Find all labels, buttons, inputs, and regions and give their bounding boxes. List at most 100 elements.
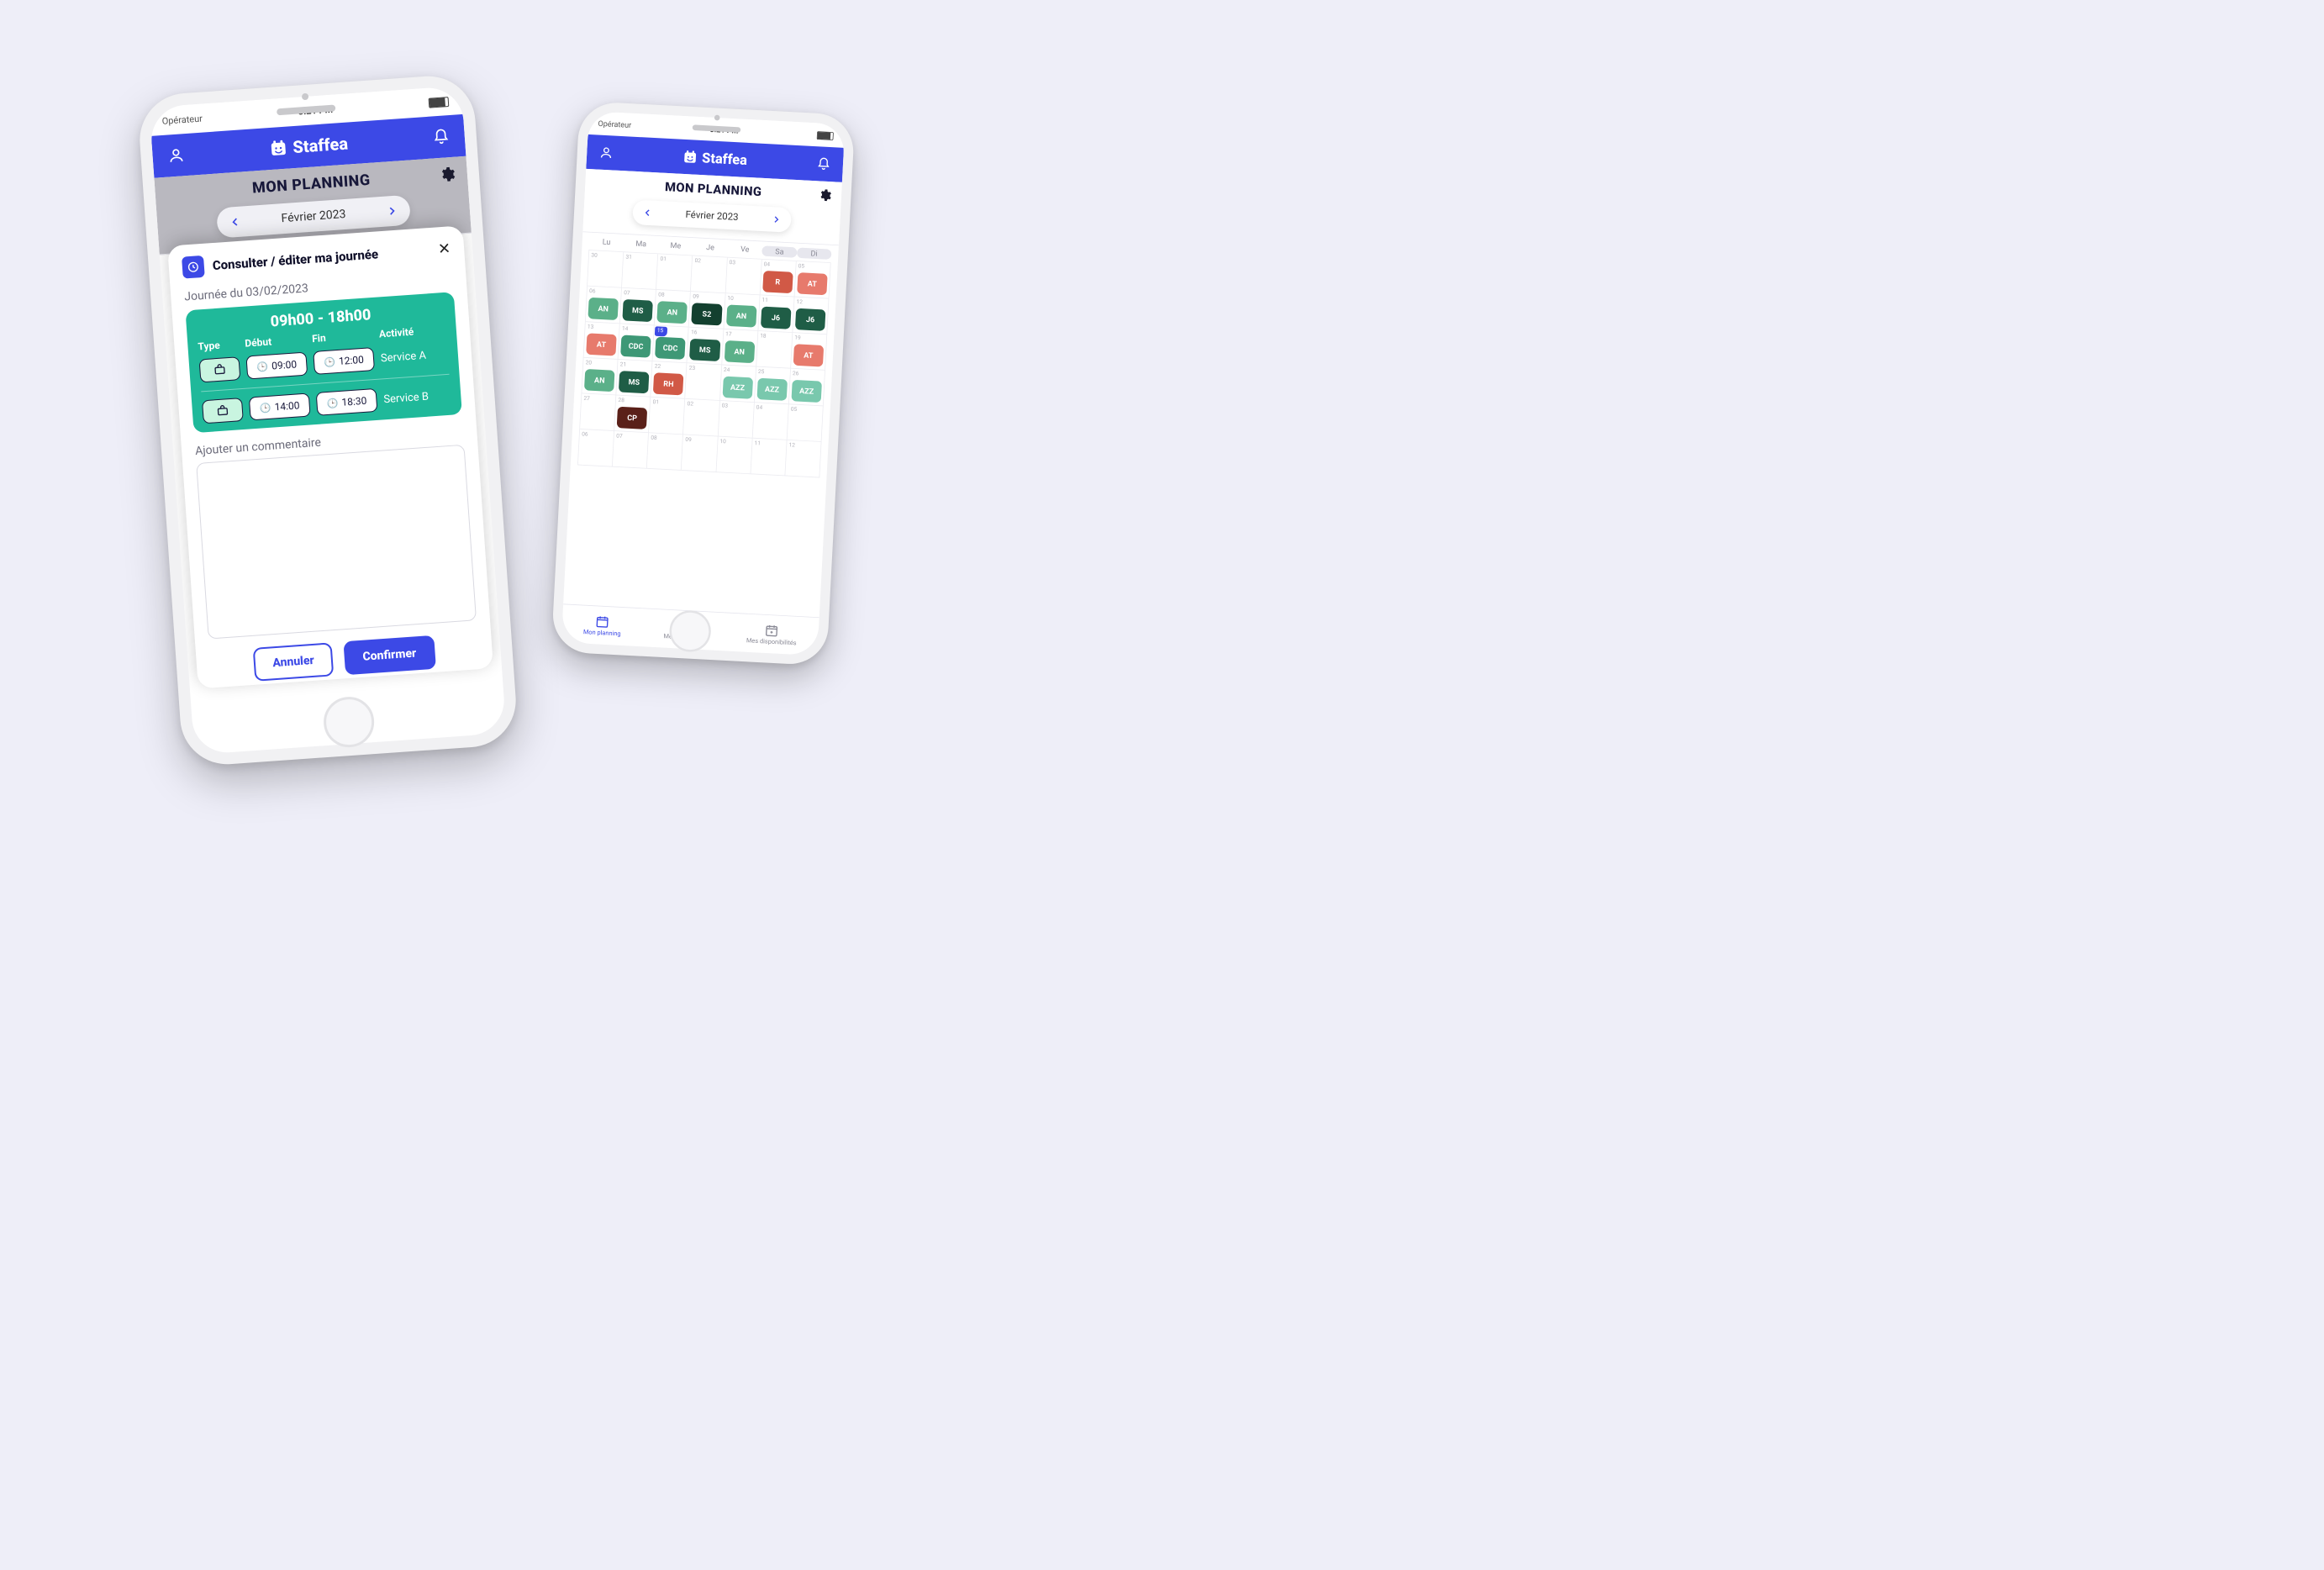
close-icon[interactable]: ✕ (437, 240, 451, 258)
calendar-cell[interactable]: 07 (613, 431, 649, 469)
weekday-label: Ma (624, 239, 659, 250)
calendar-cell[interactable]: 20AN (582, 358, 618, 396)
shift-tag: MS (689, 339, 720, 361)
calendar-cell[interactable]: 02 (691, 256, 727, 293)
shift-column-start: Début (245, 334, 306, 350)
weekday-label: Lu (589, 237, 624, 249)
day-number: 17 (725, 330, 732, 337)
calendar-cell[interactable]: 09S2 (689, 292, 725, 329)
start-time-chip[interactable]: 14:00 (249, 392, 311, 420)
calendar-cell[interactable]: 06AN (586, 287, 622, 324)
profile-icon[interactable] (164, 143, 189, 168)
shift-tag: J6 (761, 307, 792, 329)
shift-tag: CP (617, 407, 648, 429)
bell-icon[interactable] (429, 124, 454, 150)
calendar-cell[interactable]: 08AN (655, 290, 691, 328)
day-number: 08 (658, 292, 665, 298)
shift-column-type: Type (198, 338, 239, 352)
calendar-cell[interactable]: 23 (685, 363, 721, 401)
shift-column-end: Fin (312, 329, 373, 345)
profile-icon[interactable] (596, 143, 616, 163)
calendar-cell[interactable]: 27 (580, 393, 616, 431)
calendar-cell[interactable]: 04 (752, 403, 788, 440)
end-time-chip[interactable]: 18:30 (316, 388, 378, 416)
bell-icon[interactable] (814, 154, 834, 174)
calendar-cell[interactable]: 26AZZ (789, 369, 825, 407)
day-number: 16 (691, 329, 698, 335)
comment-input[interactable] (196, 445, 477, 640)
calendar-cell[interactable]: 15CDC (653, 325, 689, 363)
day-number: 18 (760, 333, 767, 340)
calendar-cell[interactable]: 01 (656, 254, 693, 292)
type-chip[interactable] (199, 356, 241, 382)
calendar-cell[interactable]: 11J6 (758, 295, 794, 333)
calendar-cell[interactable]: 03 (718, 401, 754, 439)
calendar-cell[interactable]: 21MS (616, 360, 652, 398)
shift-tag: AT (797, 272, 828, 295)
shift-tag: AN (588, 298, 619, 320)
day-number: 09 (685, 436, 692, 443)
prev-month-button[interactable] (224, 211, 246, 233)
day-number: 12 (788, 442, 795, 449)
calendar-cell[interactable]: 09 (682, 435, 718, 472)
next-month-button[interactable] (381, 200, 403, 222)
settings-icon[interactable] (818, 188, 832, 206)
settings-icon[interactable] (438, 166, 456, 187)
battery-icon (817, 130, 835, 140)
calendar-cell[interactable]: 12J6 (793, 297, 829, 335)
shift-card: 09h00 - 18h00 TypeDébutFinActivité09:001… (185, 292, 461, 433)
shift-tag: AT (586, 333, 617, 356)
calendar-cell[interactable]: 17AN (722, 329, 758, 367)
shift-tag: MS (622, 299, 653, 322)
calendar-cell[interactable]: 28CP (614, 395, 651, 433)
day-number: 30 (591, 252, 598, 259)
day-number: 07 (616, 433, 623, 440)
cancel-button[interactable]: Annuler (253, 642, 334, 681)
prev-month-button[interactable] (640, 204, 657, 222)
calendar-cell[interactable]: 30 (588, 250, 624, 288)
calendar-cell[interactable]: 14CDC (619, 324, 655, 361)
calendar: LuMaMeJeVeSaDi 303101020304R05AT06AN07MS… (563, 232, 839, 617)
brand-icon (682, 149, 698, 165)
type-chip[interactable] (202, 398, 244, 424)
calendar-cell[interactable]: 04R (760, 260, 796, 298)
calendar-cell[interactable]: 01 (649, 398, 685, 435)
calendar-cell[interactable]: 11 (751, 439, 787, 477)
day-number: 06 (582, 431, 588, 438)
calendar-cell[interactable]: 06 (578, 429, 614, 467)
calendar-cell[interactable]: 13AT (584, 322, 620, 360)
day-number: 27 (583, 395, 590, 402)
next-month-button[interactable] (767, 211, 785, 229)
day-number: 24 (724, 366, 730, 373)
shift-tag: RH (653, 372, 684, 395)
calendar-cell[interactable]: 25AZZ (755, 366, 791, 404)
tab-planning[interactable]: Mon planning (583, 614, 622, 638)
end-time-chip[interactable]: 12:00 (313, 347, 375, 375)
tab-dispo[interactable]: Mes disponibilités (746, 622, 798, 646)
calendar-cell[interactable]: 07 MS (620, 288, 656, 326)
calendar-cell[interactable]: 03 (725, 258, 761, 296)
calendar-cell[interactable]: 08 (647, 433, 683, 471)
carrier-label: Opérateur (598, 119, 631, 129)
calendar-cell[interactable]: 24AZZ (720, 365, 756, 403)
day-number: 04 (756, 404, 763, 411)
calendar-cell[interactable]: 10 (716, 436, 752, 474)
calendar-cell[interactable]: 05 (787, 404, 823, 442)
calendar-cell[interactable]: 31 (622, 252, 658, 290)
calendar-cell[interactable]: 18 (756, 331, 793, 369)
calendar-cell[interactable]: 05AT (794, 261, 830, 299)
calendar-cell[interactable]: 12 (785, 440, 821, 478)
day-number: 07 (624, 289, 630, 296)
start-time-chip[interactable]: 09:00 (245, 352, 308, 380)
day-number: 11 (754, 440, 761, 446)
calendar-cell[interactable]: 22RH (651, 361, 687, 399)
shift-tag: AN (726, 304, 757, 327)
brand-icon (269, 139, 288, 158)
calendar-cell[interactable]: 10AN (724, 293, 760, 331)
calendar-cell[interactable]: 02 (683, 399, 719, 437)
confirm-button[interactable]: Confirmer (343, 635, 435, 675)
calendar-cell[interactable]: 19AT (791, 333, 827, 371)
brand-text: Staffea (292, 134, 349, 158)
calendar-cell[interactable]: 16 MS (688, 328, 724, 366)
tab-dispo-label: Mes disponibilités (746, 637, 797, 646)
